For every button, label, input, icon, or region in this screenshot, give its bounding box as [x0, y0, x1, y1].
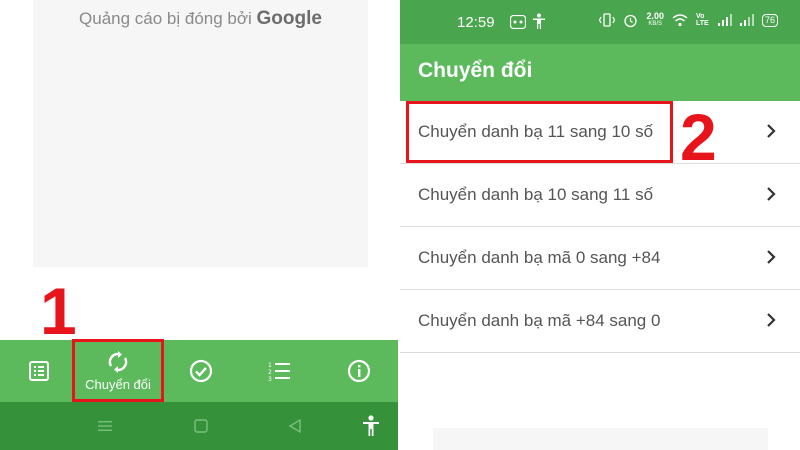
nav-info-button[interactable] — [328, 340, 390, 402]
system-home-button[interactable] — [186, 402, 216, 450]
accessibility-status-icon — [533, 13, 545, 29]
list-item-0-to-84[interactable]: Chuyển danh bạ mã 0 sang +84 — [400, 227, 800, 290]
check-circle-icon — [189, 359, 213, 383]
ad-placeholder: Quảng cáo bị đóng bởi Google — [33, 0, 368, 267]
step-number-1: 1 — [40, 274, 77, 348]
wifi-icon — [672, 13, 688, 26]
network-speed: 2.00 KB/S — [646, 12, 664, 28]
google-wordmark: Google — [256, 8, 322, 29]
info-icon — [347, 359, 371, 383]
list-item-10-to-11[interactable]: Chuyển danh bạ 10 sang 11 số — [400, 164, 800, 227]
left-screen: Quảng cáo bị đóng bởi Google Chuyển đổi — [0, 0, 400, 450]
ad-closed-text: Quảng cáo bị đóng bởi Google — [33, 8, 368, 30]
list-item-label: Chuyển danh bạ 10 sang 11 số — [418, 185, 654, 204]
list-item-84-to-0[interactable]: Chuyển danh bạ mã +84 sang 0 — [400, 290, 800, 353]
network-speed-value: 2.00 — [646, 11, 664, 21]
numbered-list-icon: 1 2 3 — [268, 362, 290, 382]
ad-closed-label: Quảng cáo bị đóng bởi — [79, 9, 252, 28]
signal-icon-2 — [739, 14, 754, 26]
chevron-right-icon — [767, 250, 776, 264]
svg-text:2: 2 — [268, 369, 272, 376]
list-item-label: Chuyển danh bạ mã 0 sang +84 — [418, 248, 661, 267]
nav-numbered-list-button[interactable]: 1 2 3 — [248, 340, 310, 402]
signal-icon-1 — [717, 14, 732, 26]
nav-list-button[interactable] — [8, 340, 70, 402]
accessibility-icon — [363, 415, 379, 436]
battery-indicator: 76 — [761, 13, 778, 27]
list-item-label: Chuyển danh bạ mã +84 sang 0 — [418, 311, 661, 330]
home-square-icon — [194, 419, 208, 433]
back-triangle-icon — [288, 419, 301, 433]
step-number-2: 2 — [680, 100, 717, 174]
volte-label: Vo LTE — [695, 13, 709, 27]
chevron-right-icon — [767, 187, 776, 201]
chevron-right-icon — [767, 313, 776, 327]
right-screen: 12:59 2.00 KB/S Vo LTE 76 Chuyển đổi Chu… — [400, 0, 800, 450]
status-time: 12:59 — [457, 14, 495, 31]
list-icon — [29, 361, 49, 381]
accessibility-button[interactable] — [356, 402, 386, 450]
app-notification-icon — [510, 15, 526, 29]
chevron-right-icon — [767, 124, 776, 138]
page-title: Chuyển đổi — [418, 59, 533, 82]
battery-level: 76 — [764, 14, 775, 25]
svg-text:1: 1 — [268, 362, 272, 369]
bottom-ad-placeholder — [433, 428, 768, 450]
alarm-icon — [624, 14, 638, 27]
menu-icon — [98, 421, 112, 431]
system-navigation-bar — [0, 402, 400, 450]
vibrate-icon — [599, 13, 616, 27]
highlight-box-convert-tab — [72, 339, 164, 402]
nav-check-button[interactable] — [170, 340, 232, 402]
status-bar: 12:59 2.00 KB/S Vo LTE 76 — [400, 0, 800, 44]
bottom-navigation: Chuyển đổi 1 2 3 — [0, 340, 400, 402]
highlight-box-first-item — [406, 101, 673, 163]
status-icons: 2.00 KB/S Vo LTE 76 — [599, 12, 778, 28]
system-menu-button[interactable] — [90, 402, 120, 450]
app-bar: Chuyển đổi — [400, 44, 800, 101]
network-speed-unit: KB/S — [648, 21, 663, 27]
system-back-button[interactable] — [280, 402, 310, 450]
svg-text:3: 3 — [268, 376, 272, 382]
